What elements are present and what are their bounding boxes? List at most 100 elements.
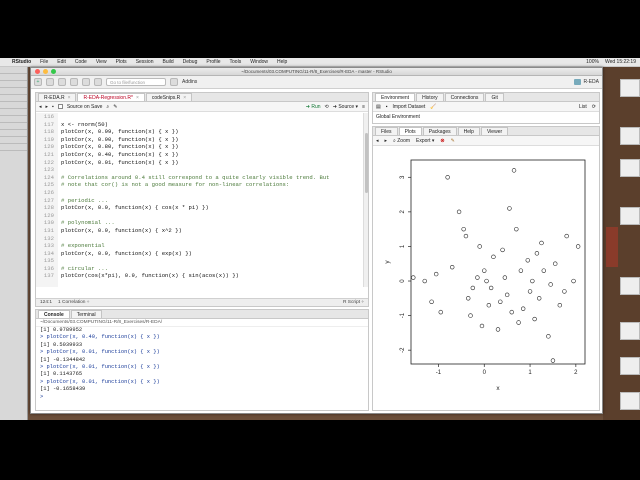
scroll-thumb[interactable] bbox=[365, 133, 368, 193]
search-icon[interactable]: ⌕ bbox=[106, 104, 109, 110]
tab-r-eda[interactable]: R-EDA.R × bbox=[38, 93, 77, 101]
menu-window[interactable]: Window bbox=[250, 59, 268, 65]
code-line[interactable]: 116 bbox=[36, 113, 368, 121]
code-line[interactable]: 126 bbox=[36, 188, 368, 197]
refresh-icon[interactable]: ⟳ bbox=[592, 104, 596, 110]
file-type-dropdown[interactable]: R Script ÷ bbox=[343, 300, 364, 305]
tab-connections[interactable]: Connections bbox=[444, 93, 485, 101]
close-icon[interactable] bbox=[35, 69, 40, 74]
code-line[interactable]: 131 plotCor(x, 0.9, function(x) { x^2 }) bbox=[36, 226, 368, 235]
open-icon[interactable]: ▤ bbox=[376, 104, 381, 110]
tab-plots[interactable]: Plots bbox=[398, 127, 422, 135]
section-dropdown[interactable]: 1 Correlation ÷ bbox=[58, 300, 89, 305]
code-line[interactable]: 121 plotCor(x, 0.40, function(x) { x }) bbox=[36, 150, 368, 159]
save-icon[interactable]: ▪ bbox=[386, 104, 388, 110]
code-line[interactable]: 123 bbox=[36, 166, 368, 174]
new-file-icon[interactable]: + bbox=[34, 78, 42, 86]
tab-files[interactable]: Files bbox=[375, 127, 398, 135]
code-line[interactable]: 118 plotCor(x, 0.99, function(x) { x }) bbox=[36, 128, 368, 136]
forward-icon[interactable]: ▸ bbox=[46, 104, 49, 110]
code-line[interactable]: 128 plotCor(x, 0.9, function(x) { cos(x *… bbox=[36, 204, 368, 212]
tab-history[interactable]: History bbox=[416, 93, 444, 101]
source-button[interactable]: ➜ Source ▾ bbox=[333, 104, 358, 110]
code-line[interactable]: 122 plotCor(x, 0.01, function(x) { x }) bbox=[36, 158, 368, 167]
minimize-icon[interactable] bbox=[43, 69, 48, 74]
menu-plots[interactable]: Plots bbox=[116, 59, 127, 65]
menu-view[interactable]: View bbox=[96, 59, 107, 65]
menu-help[interactable]: Help bbox=[277, 59, 287, 65]
desktop-file[interactable] bbox=[620, 207, 640, 225]
desktop-file[interactable] bbox=[620, 159, 640, 177]
prev-plot-icon[interactable]: ◂ bbox=[376, 138, 379, 144]
code-line[interactable]: 133 # exponential bbox=[36, 242, 368, 250]
desktop-file[interactable] bbox=[620, 392, 640, 410]
code-line[interactable]: 124 # Correlations around 0.4 still corre… bbox=[36, 173, 368, 182]
code-line[interactable]: 132 bbox=[36, 234, 368, 243]
clock[interactable]: Wed 15:22:19 bbox=[605, 59, 636, 65]
close-icon[interactable]: × bbox=[183, 95, 186, 101]
addins-menu[interactable]: Addins bbox=[182, 79, 197, 85]
battery-status[interactable]: 100% bbox=[586, 59, 599, 65]
next-plot-icon[interactable]: ▸ bbox=[385, 138, 388, 144]
export-button[interactable]: Export ▾ bbox=[416, 138, 434, 144]
desktop-file[interactable] bbox=[620, 357, 640, 375]
menu-profile[interactable]: Profile bbox=[206, 59, 220, 65]
code-line[interactable]: 120 plotCor(x, 0.80, function(x) { x }) bbox=[36, 143, 368, 151]
code-line[interactable]: 129 bbox=[36, 211, 368, 220]
menu-code[interactable]: Code bbox=[75, 59, 87, 65]
desktop-file[interactable] bbox=[620, 277, 640, 295]
menu-tools[interactable]: Tools bbox=[230, 59, 242, 65]
print-icon[interactable] bbox=[94, 78, 102, 86]
desktop-file[interactable] bbox=[620, 79, 640, 97]
menu-build[interactable]: Build bbox=[162, 59, 173, 65]
tab-help[interactable]: Help bbox=[457, 127, 480, 135]
menu-edit[interactable]: Edit bbox=[57, 59, 66, 65]
tab-packages[interactable]: Packages bbox=[422, 127, 457, 135]
outline-icon[interactable]: ≡ bbox=[362, 104, 365, 110]
code-line[interactable]: 134 plotCor(x, 0.9, function(x) { exp(x) … bbox=[36, 249, 368, 258]
tab-terminal[interactable]: Terminal bbox=[70, 310, 102, 318]
project-menu[interactable]: R-EDA bbox=[574, 79, 599, 85]
tab-console[interactable]: Console bbox=[38, 310, 70, 318]
scope-dropdown[interactable]: Global Environment bbox=[376, 114, 420, 120]
new-project-icon[interactable] bbox=[46, 78, 54, 86]
code-line[interactable]: 117 x <- rnorm(50) bbox=[36, 120, 368, 129]
desktop-file[interactable] bbox=[620, 322, 640, 340]
console-output[interactable]: [1] 0.9789952 > plotCor(x, 0.40, function… bbox=[36, 327, 368, 401]
code-line[interactable]: 135 bbox=[36, 257, 368, 265]
close-icon[interactable]: × bbox=[68, 95, 71, 101]
delete-plot-icon[interactable]: ⊗ bbox=[440, 138, 444, 144]
background-window-left[interactable] bbox=[0, 67, 28, 420]
tab-environment[interactable]: Environment bbox=[375, 93, 416, 101]
desktop-file[interactable] bbox=[620, 127, 640, 145]
rerun-icon[interactable]: ⟲ bbox=[325, 104, 329, 110]
goto-file-input[interactable]: Go to file/function bbox=[106, 78, 166, 86]
list-view-dropdown[interactable]: List bbox=[579, 104, 587, 110]
close-icon[interactable]: × bbox=[136, 95, 139, 101]
save-icon[interactable]: ▪ bbox=[52, 104, 54, 110]
code-area[interactable]: 116 117 x <- rnorm(50) 118 plotCor(x, 0.99, … bbox=[36, 113, 368, 287]
code-line[interactable]: 127 # periodic ... bbox=[36, 196, 368, 205]
menu-rstudio[interactable]: RStudio bbox=[12, 59, 31, 65]
editor-scrollbar[interactable] bbox=[363, 113, 368, 287]
code-line[interactable]: 125 # note that cor() is not a good measu… bbox=[36, 181, 368, 189]
menu-debug[interactable]: Debug bbox=[183, 59, 198, 65]
zoom-icon[interactable] bbox=[51, 69, 56, 74]
save-icon[interactable] bbox=[70, 78, 78, 86]
zoom-button[interactable]: ⌕ Zoom bbox=[393, 138, 410, 144]
import-dataset-button[interactable]: Import Dataset bbox=[393, 104, 426, 110]
broom-icon[interactable]: 🧹 bbox=[430, 104, 436, 110]
grid-icon[interactable] bbox=[170, 78, 178, 86]
code-line[interactable]: 119 plotCor(x, 0.90, function(x) { x }) bbox=[36, 135, 368, 144]
tab-git[interactable]: Git bbox=[485, 93, 504, 101]
wand-icon[interactable]: ✎ bbox=[113, 104, 117, 110]
clear-plots-icon[interactable]: ✎ bbox=[451, 138, 455, 144]
tab-codesnips[interactable]: codeSnips.R × bbox=[145, 93, 193, 101]
code-line[interactable]: 137 plotCor(cos(x*pi), 0.9, function(x) {… bbox=[36, 272, 368, 281]
code-line[interactable]: 130 # polynomial ... bbox=[36, 219, 368, 227]
tab-r-eda-regression[interactable]: R-EDA-Regression.R* × bbox=[77, 93, 145, 101]
menu-file[interactable]: File bbox=[40, 59, 48, 65]
source-on-save-checkbox[interactable] bbox=[57, 104, 63, 109]
open-file-icon[interactable] bbox=[58, 78, 66, 86]
code-line[interactable]: 136 # circular ... bbox=[36, 264, 368, 273]
